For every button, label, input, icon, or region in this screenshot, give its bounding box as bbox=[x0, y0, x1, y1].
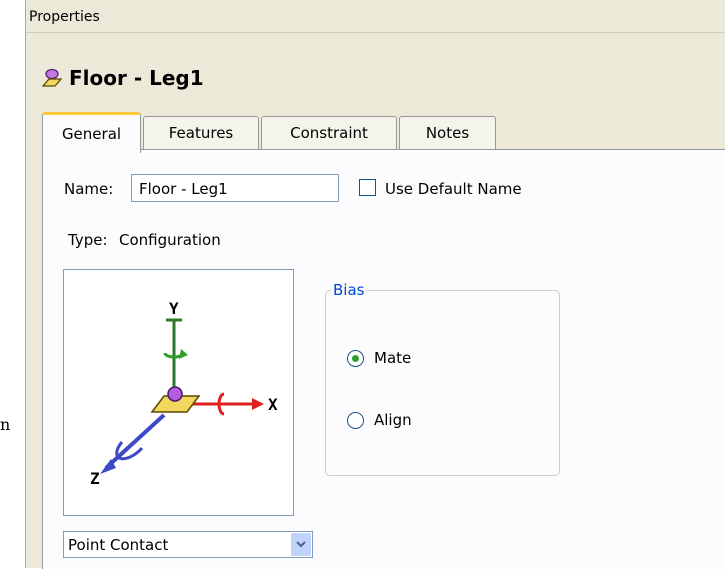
z-axis-line bbox=[104, 413, 166, 470]
chevron-down-icon[interactable] bbox=[291, 533, 311, 556]
object-title: Floor - Leg1 bbox=[41, 64, 204, 92]
tab-constraint[interactable]: Constraint bbox=[261, 116, 397, 149]
z-axis-letter: Z bbox=[90, 469, 100, 488]
origin-ball bbox=[167, 386, 183, 402]
bias-groupbox: Bias Mate Align bbox=[325, 281, 560, 476]
x-axis-arrowhead bbox=[252, 398, 264, 410]
y-axis-letter: Y bbox=[169, 299, 179, 318]
object-title-text: Floor - Leg1 bbox=[69, 66, 204, 90]
tab-label: Constraint bbox=[290, 124, 368, 142]
constraint-axes-preview: Y X Z bbox=[63, 269, 294, 516]
type-value: Configuration bbox=[119, 231, 221, 249]
name-input[interactable]: Floor - Leg1 bbox=[131, 174, 339, 202]
tab-label: General bbox=[61, 125, 122, 143]
use-default-name-label: Use Default Name bbox=[385, 180, 522, 198]
panel-header: Properties bbox=[26, 0, 725, 33]
tab-features[interactable]: Features bbox=[143, 116, 259, 149]
axes-diagram: Y X Z bbox=[90, 299, 278, 488]
general-tab-page: Name: Floor - Leg1 Use Default Name Type… bbox=[42, 149, 725, 569]
tab-general[interactable]: General bbox=[42, 112, 141, 153]
align-radio[interactable] bbox=[347, 412, 364, 429]
y-rotation-arrow bbox=[179, 349, 188, 359]
tab-notes[interactable]: Notes bbox=[399, 116, 496, 149]
x-axis-letter: X bbox=[268, 395, 278, 414]
stray-text: n bbox=[0, 415, 11, 434]
tab-label: Notes bbox=[425, 124, 470, 142]
mate-radio[interactable] bbox=[347, 350, 364, 367]
contact-type-value: Point Contact bbox=[68, 536, 169, 554]
name-label: Name: bbox=[64, 180, 114, 198]
panel-header-label: Properties bbox=[29, 9, 100, 25]
contact-type-select[interactable]: Point Contact bbox=[63, 531, 313, 558]
properties-panel: Properties Floor - Leg1 General Features… bbox=[25, 0, 725, 569]
bias-groupbox-title: Bias bbox=[331, 281, 367, 299]
align-radio-label: Align bbox=[374, 411, 412, 429]
tab-label: Features bbox=[168, 124, 234, 142]
use-default-name-checkbox[interactable] bbox=[359, 179, 376, 196]
type-label: Type: bbox=[68, 231, 108, 249]
mate-radio-label: Mate bbox=[374, 349, 412, 367]
constraint-icon bbox=[41, 68, 63, 87]
